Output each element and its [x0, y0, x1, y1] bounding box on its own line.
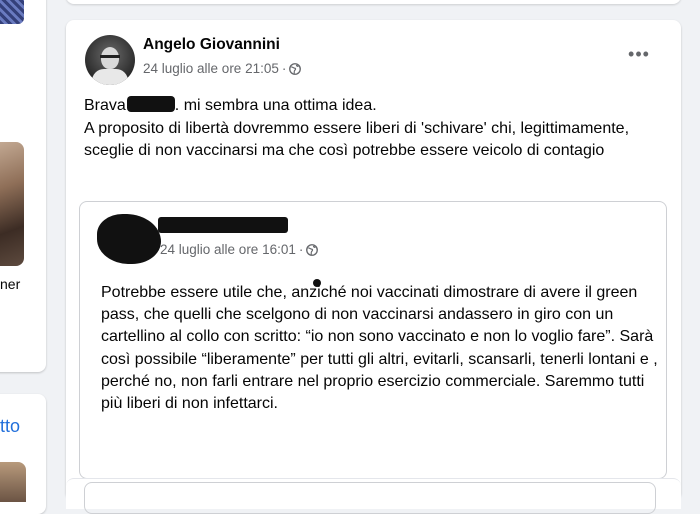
- thumbnail-image[interactable]: [0, 142, 24, 266]
- thumbnail-image[interactable]: [0, 462, 26, 502]
- redacted-avatar: [97, 214, 161, 264]
- avatar-shirt: [92, 69, 128, 85]
- globe-icon[interactable]: [289, 62, 302, 75]
- shared-post[interactable]: 24 luglio alle ore 16:01 · Potrebbe esse…: [79, 201, 667, 479]
- thumbnail-image[interactable]: [0, 0, 24, 24]
- post-text-body: A proposito di libertà dovremmo essere l…: [84, 119, 630, 160]
- shared-post-body: Potrebbe essere utile che, anziché noi v…: [101, 284, 658, 413]
- author-name[interactable]: Angelo Giovannini: [143, 36, 280, 54]
- redaction-mark: [126, 96, 175, 112]
- next-post-inner: [84, 482, 656, 514]
- post-text-start: Brava: [84, 97, 126, 114]
- post-text: Brava . mi sembra una ottima idea. A prop…: [84, 95, 664, 163]
- shared-post-meta: 24 luglio alle ore 16:01 ·: [160, 242, 319, 257]
- left-column: ner tto: [0, 0, 46, 514]
- meta-separator: ·: [281, 61, 287, 76]
- globe-icon[interactable]: [306, 243, 319, 256]
- left-partial-link[interactable]: tto: [0, 416, 20, 437]
- meta-separator: ·: [298, 242, 304, 257]
- avatar[interactable]: [85, 35, 135, 85]
- post-text-end: . mi sembra una ottima idea.: [174, 97, 377, 114]
- left-partial-text: ner: [0, 276, 21, 292]
- redacted-author-name: [158, 217, 288, 233]
- shared-post-timestamp[interactable]: 24 luglio alle ore 16:01: [160, 242, 296, 257]
- avatar-glasses: [100, 55, 120, 58]
- post-meta: 24 luglio alle ore 21:05 ·: [143, 61, 302, 76]
- more-options-icon[interactable]: •••: [623, 44, 655, 64]
- avatar-face: [101, 47, 119, 69]
- post-text-line: Brava . mi sembra una ottima idea.: [84, 95, 664, 118]
- post-card: Angelo Giovannini 24 luglio alle ore 21:…: [66, 20, 681, 500]
- post-timestamp[interactable]: 24 luglio alle ore 21:05: [143, 61, 279, 76]
- shared-post-text: Potrebbe essere utile che, anziché noi v…: [101, 282, 661, 415]
- previous-card-edge: [66, 0, 681, 4]
